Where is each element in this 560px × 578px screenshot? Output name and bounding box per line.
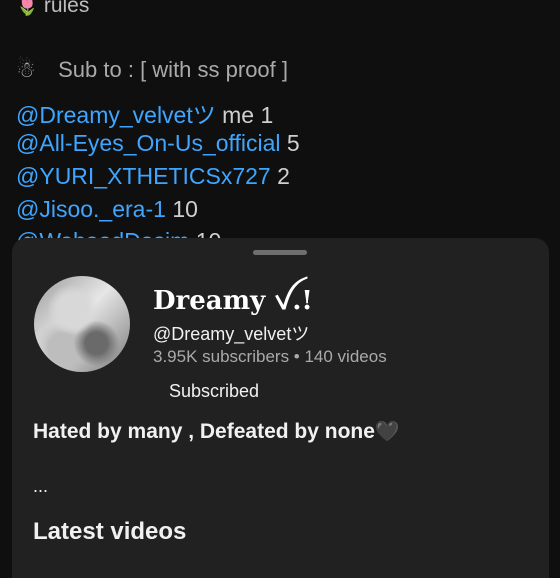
more-description-button[interactable]: ... [33,476,48,497]
subscribed-button[interactable]: Subscribed [169,381,259,402]
mention-link[interactable]: @Dreamy_velvetツ [16,102,216,128]
channel-bio: Hated by many , Defeated by none🖤 [33,419,400,444]
channel-handle: @Dreamy_velvetツ [153,324,310,344]
latest-videos-heading: Latest videos [33,518,187,545]
bio-text: Hated by many , Defeated by none [33,420,375,443]
mention-link[interactable]: @YURI_XTHETICSx727 [16,163,271,189]
drag-handle[interactable] [253,250,307,255]
mention-count: 10 [172,196,198,222]
channel-stats: 3.95K subscribers • 140 videos [153,347,387,366]
rules-line: 🌷 rules [16,0,89,18]
mention-count: me 1 [222,102,274,128]
rules-text: rules [43,0,90,17]
mention-row: @Jisoo._era-1 10 [16,196,198,223]
tulip-icon: 🌷 [16,0,39,16]
snowman-icon: ☃ [16,57,36,82]
mention-link[interactable]: @All-Eyes_On-Us_official [16,130,281,156]
sub-to-text: Sub to : [ with ss proof ] [58,57,289,82]
mention-count: 2 [277,163,290,189]
avatar[interactable] [34,276,130,372]
channel-bottom-sheet: Dreamy ꪜ.! @Dreamy_velvetツ 3.95K subscri… [12,238,549,578]
mention-row: @All-Eyes_On-Us_official 5 [16,130,300,157]
mention-count: 5 [286,130,300,156]
mention-row: @Dreamy_velvetツ me 1 [16,96,273,130]
mention-row: @YURI_XTHETICSx727 2 [16,163,290,190]
black-heart-icon: 🖤 [374,421,400,443]
sub-to-line: ☃ Sub to : [ with ss proof ] [16,57,288,83]
mention-link[interactable]: @Jisoo._era-1 [16,196,166,222]
